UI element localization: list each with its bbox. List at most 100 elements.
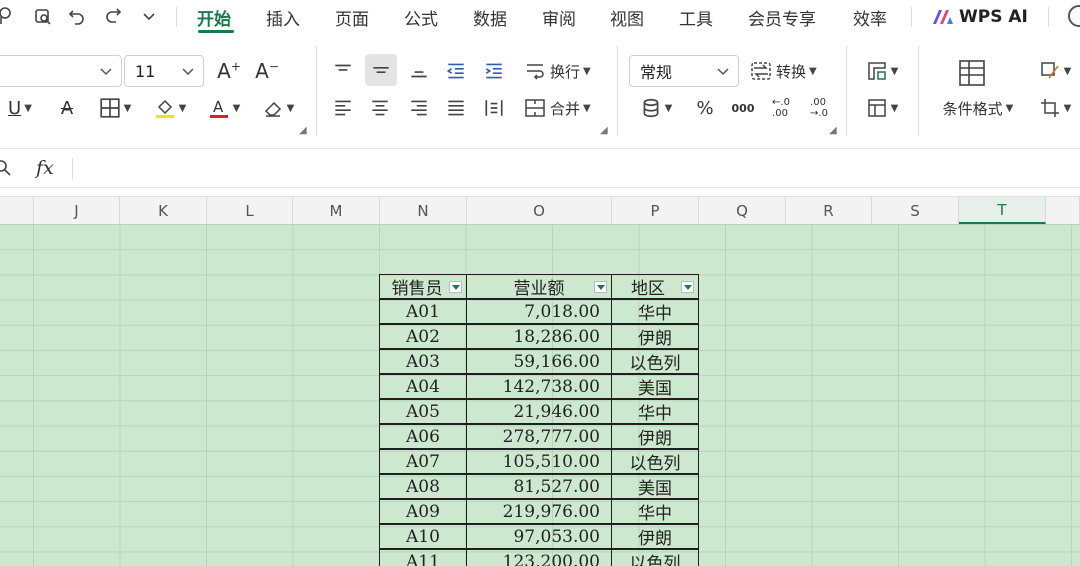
cell-salesperson[interactable]: A11: [379, 549, 467, 566]
column-header-q[interactable]: Q: [699, 197, 786, 224]
cell-revenue[interactable]: 18,286.00: [466, 324, 612, 349]
cell-revenue[interactable]: 81,527.00: [466, 474, 612, 499]
column-header[interactable]: [0, 197, 34, 224]
merge-cells-button[interactable]: 合并 ▼: [524, 93, 604, 123]
fill-color-button[interactable]: ▼: [148, 93, 192, 123]
cell-revenue[interactable]: 21,946.00: [466, 399, 612, 424]
cell-salesperson[interactable]: A07: [379, 449, 467, 474]
decrease-font-size-button[interactable]: A−: [252, 56, 282, 86]
align-middle-button[interactable]: [365, 54, 397, 86]
zoom-search-icon[interactable]: [0, 159, 12, 177]
justify-button[interactable]: [441, 93, 471, 123]
cell-region[interactable]: 华中: [611, 299, 699, 324]
decrease-indent-button[interactable]: [441, 56, 471, 86]
tab-tools[interactable]: 工具: [679, 5, 713, 30]
tab-home[interactable]: 开始: [197, 5, 231, 30]
insert-function-button[interactable]: fx: [36, 157, 54, 179]
thousands-separator-button[interactable]: 000: [728, 93, 758, 123]
distributed-align-button[interactable]: [479, 93, 509, 123]
font-name-dropdown[interactable]: [0, 55, 122, 87]
tab-insert[interactable]: 插入: [266, 5, 300, 30]
cell-salesperson[interactable]: A02: [379, 324, 467, 349]
align-bottom-button[interactable]: [404, 56, 434, 86]
currency-button[interactable]: ▼: [636, 93, 676, 123]
cell-salesperson[interactable]: A04: [379, 374, 467, 399]
column-header-k[interactable]: K: [120, 197, 207, 224]
tab-formula[interactable]: 公式: [404, 5, 438, 30]
print-icon[interactable]: [0, 4, 20, 28]
wps-ai-button[interactable]: WPS AI: [932, 6, 1028, 28]
font-size-dropdown[interactable]: 11: [124, 55, 204, 87]
align-center-button[interactable]: [365, 93, 395, 123]
header-cell-revenue[interactable]: 营业额: [466, 274, 612, 299]
number-dialog-launcher-icon[interactable]: ◢: [829, 125, 837, 136]
cell-region[interactable]: 伊朗: [611, 324, 699, 349]
cell-salesperson[interactable]: A06: [379, 424, 467, 449]
formula-input[interactable]: [80, 154, 1080, 183]
table-style-button[interactable]: ▼: [860, 93, 904, 123]
column-header-t[interactable]: T: [959, 197, 1046, 224]
increase-font-size-button[interactable]: A+: [214, 56, 244, 86]
header-cell-region[interactable]: 地区: [611, 274, 699, 299]
underline-button[interactable]: U ▼: [0, 93, 40, 123]
cell-revenue[interactable]: 142,738.00: [466, 374, 612, 399]
decrease-decimal-button[interactable]: .00 →.0: [804, 93, 834, 123]
cell-salesperson[interactable]: A09: [379, 499, 467, 524]
align-top-button[interactable]: [328, 56, 358, 86]
cell-region[interactable]: 伊朗: [611, 524, 699, 549]
tab-view[interactable]: 视图: [610, 5, 644, 30]
font-color-button[interactable]: A ▼: [202, 93, 246, 123]
cell-revenue[interactable]: 123,200.00: [466, 549, 612, 566]
format-painter-button[interactable]: ▼: [1030, 56, 1080, 86]
filter-dropdown-icon[interactable]: [449, 281, 462, 293]
number-format-dropdown[interactable]: 常规: [629, 55, 739, 87]
cell-region[interactable]: 美国: [611, 374, 699, 399]
alignment-dialog-launcher-icon[interactable]: ◢: [600, 125, 608, 136]
column-header-n[interactable]: N: [380, 197, 467, 224]
column-header-j[interactable]: J: [34, 197, 120, 224]
cell-revenue[interactable]: 219,976.00: [466, 499, 612, 524]
column-header-m[interactable]: M: [293, 197, 380, 224]
undo-icon[interactable]: [64, 4, 90, 28]
tab-member[interactable]: 会员专享: [748, 5, 816, 30]
cell-salesperson[interactable]: A03: [379, 349, 467, 374]
header-cell-salesperson[interactable]: 销售员: [379, 274, 467, 299]
column-header-o[interactable]: O: [467, 197, 612, 224]
column-header-r[interactable]: R: [786, 197, 872, 224]
cell-format-button[interactable]: ▼: [1030, 93, 1080, 123]
align-right-button[interactable]: [404, 93, 434, 123]
print-preview-icon[interactable]: [30, 4, 56, 28]
cell-revenue[interactable]: 97,053.00: [466, 524, 612, 549]
increase-indent-button[interactable]: [479, 56, 509, 86]
search-icon[interactable]: [1068, 5, 1080, 27]
filter-dropdown-icon[interactable]: [681, 281, 694, 293]
cell-revenue[interactable]: 59,166.00: [466, 349, 612, 374]
convert-button[interactable]: 转换 ▼: [750, 56, 830, 86]
cell-region[interactable]: 华中: [611, 499, 699, 524]
cell-style-button[interactable]: ▼: [860, 56, 904, 86]
wrap-text-button[interactable]: 换行 ▼: [524, 56, 604, 86]
tab-page[interactable]: 页面: [335, 5, 369, 30]
redo-icon[interactable]: [100, 4, 126, 28]
cell-region[interactable]: 美国: [611, 474, 699, 499]
cell-salesperson[interactable]: A10: [379, 524, 467, 549]
cell-region[interactable]: 以色列: [611, 349, 699, 374]
cell-salesperson[interactable]: A01: [379, 299, 467, 324]
strikethrough-button[interactable]: A: [52, 93, 82, 123]
tab-review[interactable]: 审阅: [542, 5, 576, 30]
percent-button[interactable]: %: [690, 93, 720, 123]
conditional-format-icon[interactable]: [940, 58, 1004, 94]
column-header-s[interactable]: S: [872, 197, 959, 224]
cell-region[interactable]: 以色列: [611, 449, 699, 474]
cell-salesperson[interactable]: A08: [379, 474, 467, 499]
more-chevron-icon[interactable]: [136, 4, 162, 28]
column-header[interactable]: [1046, 197, 1080, 224]
column-header-p[interactable]: P: [612, 197, 699, 224]
font-dialog-launcher-icon[interactable]: ◢: [299, 125, 307, 136]
tab-data[interactable]: 数据: [473, 5, 507, 30]
borders-button[interactable]: ▼: [93, 93, 137, 123]
align-left-button[interactable]: [328, 93, 358, 123]
cell-salesperson[interactable]: A05: [379, 399, 467, 424]
cell-region[interactable]: 伊朗: [611, 424, 699, 449]
increase-decimal-button[interactable]: ←.0.00: [766, 93, 796, 123]
